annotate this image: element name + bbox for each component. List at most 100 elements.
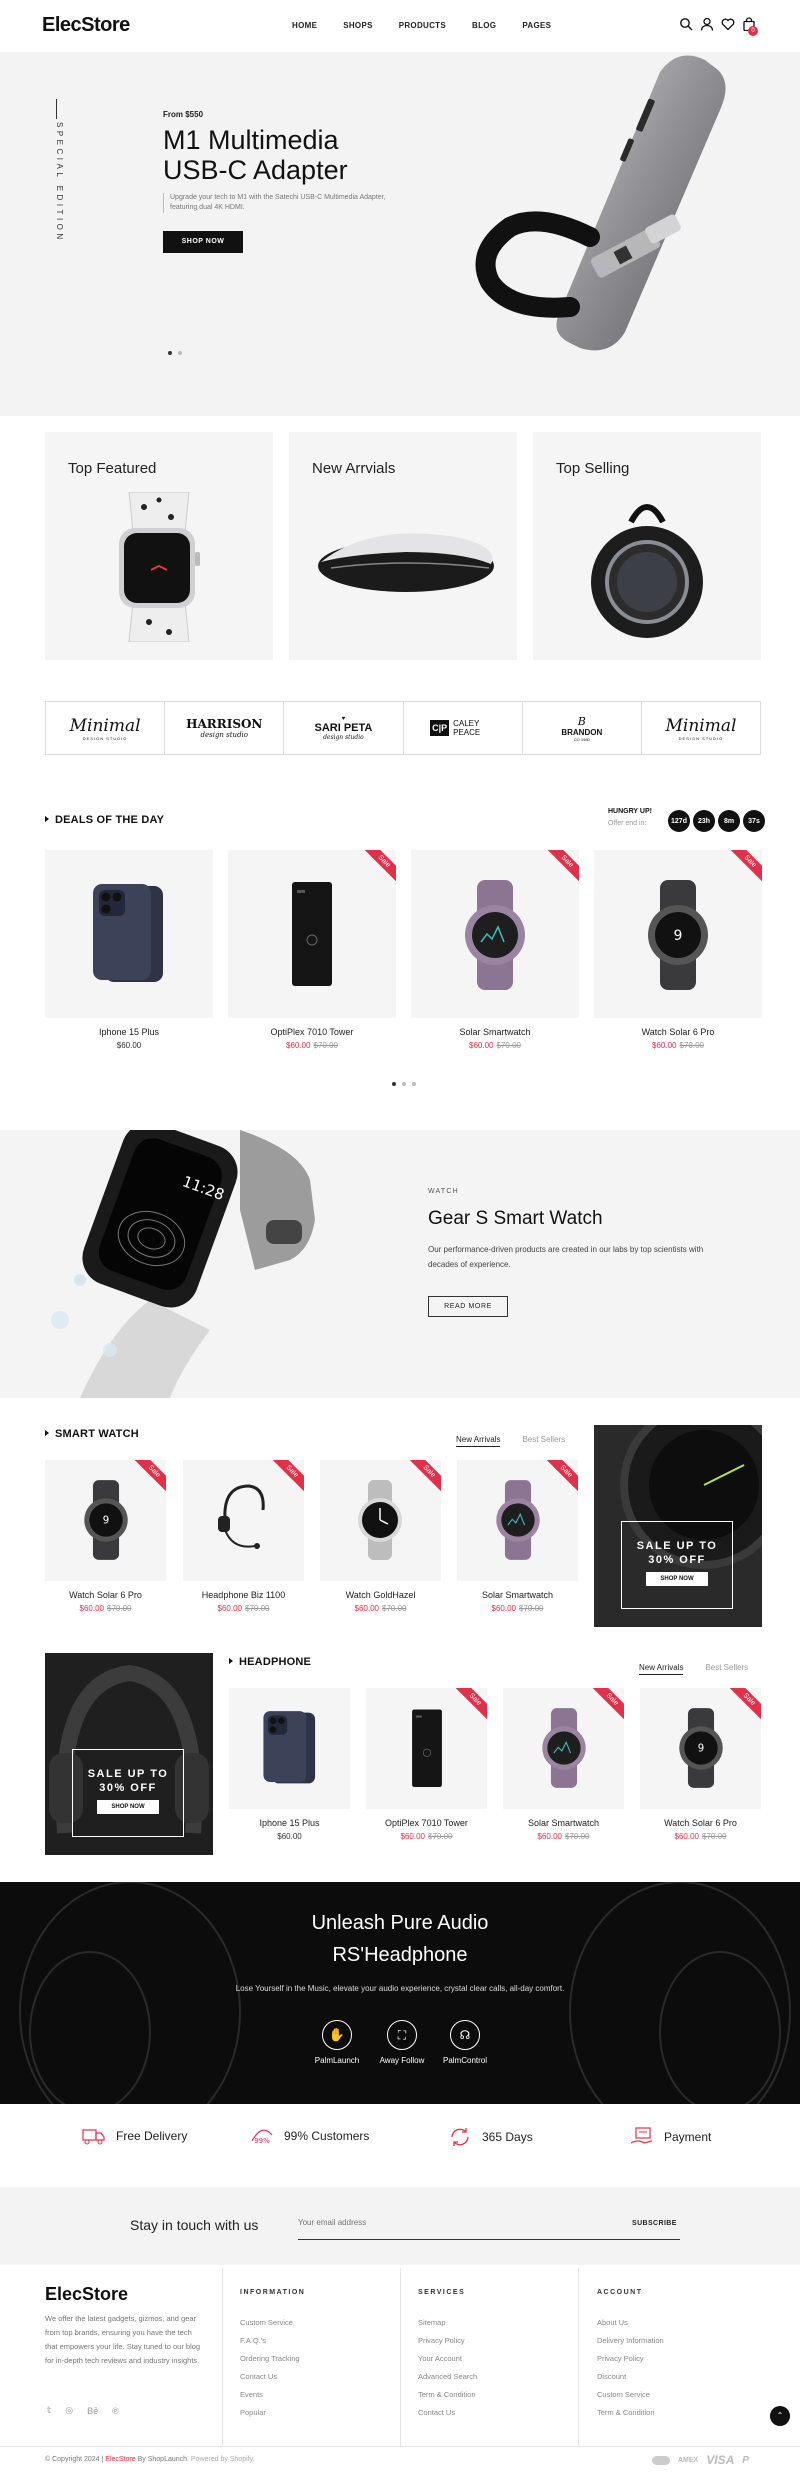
product-card[interactable]: Sale: [183, 1460, 304, 1581]
product-name[interactable]: Solar Smartwatch: [503, 1818, 624, 1828]
hero-divider: [56, 99, 57, 119]
hero-shop-now-button[interactable]: SHOP NOW: [163, 231, 243, 253]
product-name[interactable]: Watch Solar 6 Pro: [45, 1590, 166, 1600]
email-input[interactable]: [298, 2218, 598, 2227]
read-more-button[interactable]: READ MORE: [428, 1296, 508, 1317]
footer-link[interactable]: Discount: [597, 2372, 626, 2381]
footer-link[interactable]: Delivery Information: [597, 2336, 664, 2345]
payment-toggle-icon: [652, 2455, 670, 2465]
product-name[interactable]: Watch Solar 6 Pro: [594, 1027, 762, 1037]
product-card-watch-solar-6-pro[interactable]: Sale 9: [594, 850, 762, 1018]
product-name[interactable]: Watch GoldHazel: [320, 1590, 441, 1600]
product-card[interactable]: Sale: [503, 1688, 624, 1809]
footer-link[interactable]: Sitemap: [418, 2318, 446, 2327]
sale-ribbon: Sale: [360, 850, 396, 886]
product-name[interactable]: OptiPlex 7010 Tower: [366, 1818, 487, 1828]
footer-link[interactable]: About Us: [597, 2318, 628, 2327]
feature-palm-launch: PalmLaunch: [314, 2056, 360, 2065]
countdown-seconds: 37s: [743, 810, 765, 832]
category-card-top-selling[interactable]: Top Selling: [533, 432, 761, 660]
product-card[interactable]: Sale: [366, 1688, 487, 1809]
product-card[interactable]: Sale 9: [45, 1460, 166, 1581]
cart-count-badge: 0: [748, 26, 758, 36]
smartwatch-promo-card[interactable]: SALE UP TO 30% OFF SHOP NOW: [594, 1425, 762, 1627]
tab-new-arrivals[interactable]: New Arrivals: [639, 1663, 684, 1675]
product-name[interactable]: Watch Solar 6 Pro: [640, 1818, 761, 1828]
product-name[interactable]: Iphone 15 Plus: [45, 1027, 213, 1037]
round-watch-image: [358, 1480, 402, 1560]
footer-link[interactable]: F.A.Q.'s: [240, 2336, 266, 2345]
instagram-icon[interactable]: ◎: [65, 2405, 73, 2416]
product-card-iphone[interactable]: [45, 850, 213, 1018]
nav-pages[interactable]: PAGES: [522, 21, 551, 30]
footer-link[interactable]: Contact Us: [418, 2408, 455, 2417]
category-card-top-featured[interactable]: Top Featured: [45, 432, 273, 660]
behance-icon[interactable]: Bē: [87, 2406, 98, 2416]
tab-new-arrivals[interactable]: New Arrivals: [456, 1435, 501, 1447]
visa-icon: VISA: [706, 2453, 735, 2467]
chevron-up-icon: ⌃: [776, 2411, 784, 2420]
palm-launch-icon: ✋: [322, 2020, 352, 2050]
product-name[interactable]: Headphone Biz 1100: [183, 1590, 304, 1600]
twitter-icon[interactable]: 𝕥: [47, 2405, 51, 2416]
deals-slider-dots[interactable]: [392, 1073, 422, 1091]
back-to-top-button[interactable]: ⌃: [770, 2406, 790, 2426]
product-price: $60.00 $70.00: [674, 1832, 727, 1841]
copyright-brand-link[interactable]: ElecStore: [105, 2456, 135, 2463]
wishlist-heart-icon[interactable]: [721, 17, 735, 31]
user-icon[interactable]: [700, 17, 714, 31]
nav-home[interactable]: HOME: [292, 21, 317, 30]
footer-link[interactable]: Events: [240, 2390, 263, 2399]
brand-logo[interactable]: HARRISON design studio: [165, 702, 285, 754]
brand-logo[interactable]: Minimal DESIGN STUDIO: [46, 702, 166, 754]
nav-products[interactable]: PRODUCTS: [399, 21, 446, 30]
footer-link[interactable]: Custom Service: [597, 2390, 650, 2399]
footer-link[interactable]: Term & Condition: [597, 2408, 655, 2417]
footer-link[interactable]: Contact Us: [240, 2372, 277, 2381]
footer-link[interactable]: Popular: [240, 2408, 266, 2417]
footer-link[interactable]: Your Account: [418, 2354, 462, 2363]
logo[interactable]: ElecStore: [42, 14, 130, 37]
product-card[interactable]: [229, 1688, 350, 1809]
brand-logo[interactable]: Minimal DESIGN STUDIO: [642, 702, 760, 754]
product-card-optiplex[interactable]: Sale: [228, 850, 396, 1018]
product-name[interactable]: OptiPlex 7010 Tower: [228, 1027, 396, 1037]
promo-shop-now-button[interactable]: SHOP NOW: [646, 1572, 708, 1586]
footer-link[interactable]: Advanced Search: [418, 2372, 477, 2381]
footer-link[interactable]: Privacy Policy: [597, 2354, 644, 2363]
search-icon[interactable]: [679, 17, 693, 31]
brand-logo[interactable]: C|P CALEY PEACE: [404, 702, 523, 754]
footer-logo[interactable]: ElecStore: [45, 2284, 128, 2305]
product-card[interactable]: Sale 9: [640, 1688, 761, 1809]
product-card[interactable]: Sale: [457, 1460, 578, 1581]
subscribe-button[interactable]: SUBSCRIBE: [632, 2220, 677, 2227]
footer-link[interactable]: Custom Service: [240, 2318, 293, 2327]
product-card[interactable]: Sale: [320, 1460, 441, 1581]
tab-best-sellers[interactable]: Best Sellers: [522, 1435, 565, 1444]
tab-best-sellers[interactable]: Best Sellers: [705, 1663, 748, 1672]
nav-shops[interactable]: SHOPS: [343, 21, 373, 30]
product-card-solar-smartwatch[interactable]: Sale: [411, 850, 579, 1018]
brand-logo[interactable]: ♥ SARI PETA design studio: [284, 702, 404, 754]
iphone-image: [263, 1711, 316, 1784]
pinterest-icon[interactable]: ℗: [112, 2406, 119, 2416]
audio-title-line1: Unleash Pure Audio: [311, 1912, 489, 1934]
nav-blog[interactable]: BLOG: [472, 21, 496, 30]
hero-slider-dots[interactable]: [168, 342, 188, 360]
category-card-new-arrivals[interactable]: New Arrvials: [289, 432, 517, 660]
usb-c-adapter-image: [475, 55, 726, 351]
footer-link[interactable]: Ordering Tracking: [240, 2354, 300, 2363]
product-name[interactable]: Iphone 15 Plus: [229, 1818, 350, 1828]
refresh-cycle-icon: [451, 2128, 469, 2146]
footer-link[interactable]: Privacy Policy: [418, 2336, 465, 2345]
product-name[interactable]: Solar Smartwatch: [411, 1027, 579, 1037]
promo-shop-now-button[interactable]: SHOP NOW: [97, 1800, 159, 1814]
footer-link[interactable]: Term & Condition: [418, 2390, 476, 2399]
brand-logo[interactable]: B BRANDON CO 1980: [523, 702, 642, 754]
site-header: ElecStore HOME SHOPS PRODUCTS BLOG PAGES…: [0, 0, 800, 52]
product-price: $60.00 $70.00: [354, 1604, 407, 1613]
headphone-promo-card[interactable]: SALE UP TO 30% OFF SHOP NOW: [45, 1653, 213, 1855]
desktop-tower-image: [412, 1709, 442, 1788]
product-name[interactable]: Solar Smartwatch: [457, 1590, 578, 1600]
feature-away-follow: Away Follow: [379, 2056, 425, 2065]
